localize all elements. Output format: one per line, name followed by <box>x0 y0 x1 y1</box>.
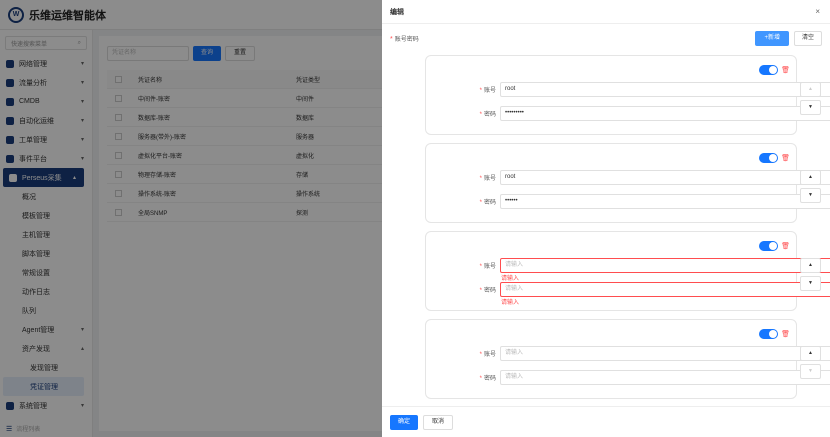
credential-card: 🗑 * 账号 请输入 请输入 * 密码 请输入 请输入 <box>425 231 830 311</box>
password-row: * 密码 •••••• <box>426 194 830 209</box>
password-error-message: 请输入 <box>501 300 520 306</box>
password-label: * 密码 <box>426 197 500 206</box>
card-order-controls: ▲ ▼ <box>800 346 821 382</box>
password-label: * 密码 <box>426 109 500 118</box>
cancel-button[interactable]: 取消 <box>423 414 454 430</box>
account-label-text: 账号 <box>483 88 496 94</box>
drawer-header: 编辑 × <box>382 0 830 24</box>
required-mark: * <box>479 264 482 270</box>
account-error-message: 请输入 <box>501 276 520 282</box>
account-input[interactable]: 请输入 <box>500 346 830 361</box>
password-input[interactable]: •••••• <box>500 194 830 209</box>
required-mark: * <box>479 200 482 206</box>
account-input[interactable]: 请输入 <box>500 258 830 273</box>
required-mark: * <box>479 176 482 182</box>
password-input[interactable]: ••••••••• <box>500 106 830 121</box>
account-label-text: 账号 <box>483 264 496 270</box>
password-label-text: 密码 <box>483 200 496 206</box>
enable-toggle[interactable] <box>759 329 779 339</box>
close-icon[interactable]: × <box>815 7 820 16</box>
credential-card: 🗑 * 账号 root * 密码 •••••• <box>425 143 830 223</box>
account-label-text: 账号 <box>483 352 496 358</box>
card-controls: 🗑 <box>759 65 790 75</box>
required-mark: * <box>479 112 482 118</box>
confirm-button[interactable]: 确定 <box>390 414 419 430</box>
required-mark: * <box>479 88 482 94</box>
account-row: * 账号 root <box>426 82 830 97</box>
credential-card: 🗑 * 账号 root * 密码 ••••••••• <box>425 55 830 135</box>
clear-button[interactable]: 清空 <box>793 31 822 46</box>
move-down-button[interactable]: ▼ <box>800 276 821 291</box>
move-down-button[interactable]: ▼ <box>800 364 821 379</box>
account-label: * 账号 <box>426 85 500 94</box>
password-label: * 密码 <box>426 285 500 294</box>
edit-drawer: 编辑 × * 账号密码 +新增 清空 🗑 * 账号 root * 密码 •••••••… <box>382 0 830 437</box>
move-down-button[interactable]: ▼ <box>800 188 821 203</box>
account-input[interactable]: root <box>500 82 830 97</box>
move-up-button[interactable]: ▲ <box>800 82 821 97</box>
account-row: * 账号 请输入 <box>426 258 830 273</box>
delete-icon[interactable]: 🗑 <box>781 330 790 338</box>
password-label-text: 密码 <box>483 376 496 382</box>
delete-icon[interactable]: 🗑 <box>781 66 790 74</box>
required-mark: * <box>479 352 482 358</box>
move-down-button[interactable]: ▼ <box>800 100 821 115</box>
password-row: * 密码 ••••••••• <box>426 106 830 121</box>
card-controls: 🗑 <box>759 329 790 339</box>
drawer-title: 编辑 <box>390 8 404 16</box>
delete-icon[interactable]: 🗑 <box>781 242 790 250</box>
move-up-button[interactable]: ▲ <box>800 170 821 185</box>
account-input[interactable]: root <box>500 170 830 185</box>
card-order-controls: ▲ ▼ <box>800 170 821 206</box>
credential-field-label: * 账号密码 <box>390 34 419 43</box>
header-buttons: +新增 清空 <box>755 31 822 46</box>
move-up-button[interactable]: ▲ <box>800 258 821 273</box>
password-label-text: 密码 <box>483 288 496 294</box>
password-label: * 密码 <box>426 373 500 382</box>
required-mark: * <box>390 36 393 43</box>
card-order-controls: ▲ ▼ <box>800 82 821 118</box>
credential-card: 🗑 * 账号 请输入 * 密码 请输入 <box>425 319 830 399</box>
credential-field-header: * 账号密码 +新增 清空 <box>390 31 822 46</box>
account-label: * 账号 <box>426 349 500 358</box>
enable-toggle[interactable] <box>759 241 779 251</box>
field-label-text: 账号密码 <box>394 37 419 43</box>
delete-icon[interactable]: 🗑 <box>781 154 790 162</box>
card-controls: 🗑 <box>759 241 790 251</box>
add-button[interactable]: +新增 <box>755 31 789 46</box>
password-input[interactable]: 请输入 <box>500 370 830 385</box>
drawer-footer: 确定 取消 <box>382 406 830 437</box>
account-label-text: 账号 <box>483 176 496 182</box>
password-input[interactable]: 请输入 <box>500 282 830 297</box>
password-row: * 密码 请输入 <box>426 282 830 297</box>
account-label: * 账号 <box>426 261 500 270</box>
card-order-controls: ▲ ▼ <box>800 258 821 294</box>
account-label: * 账号 <box>426 173 500 182</box>
card-controls: 🗑 <box>759 153 790 163</box>
account-row: * 账号 请输入 <box>426 346 830 361</box>
password-row: * 密码 请输入 <box>426 370 830 385</box>
required-mark: * <box>479 376 482 382</box>
enable-toggle[interactable] <box>759 65 779 75</box>
enable-toggle[interactable] <box>759 153 779 163</box>
account-row: * 账号 root <box>426 170 830 185</box>
move-up-button[interactable]: ▲ <box>800 346 821 361</box>
required-mark: * <box>479 288 482 294</box>
password-label-text: 密码 <box>483 112 496 118</box>
